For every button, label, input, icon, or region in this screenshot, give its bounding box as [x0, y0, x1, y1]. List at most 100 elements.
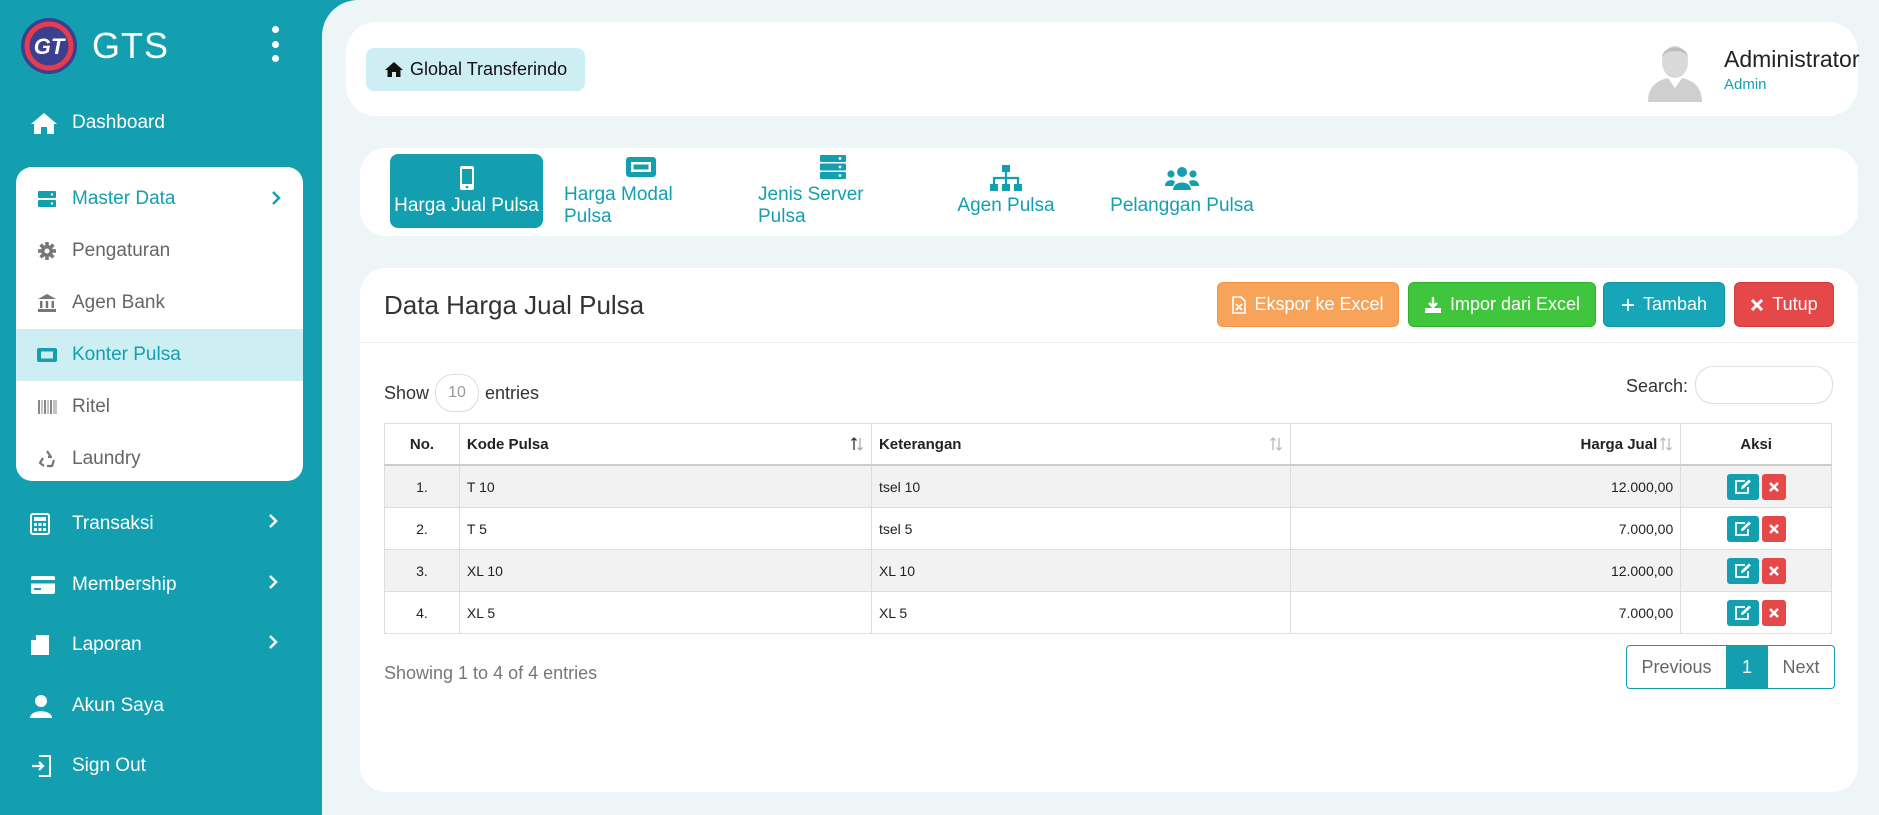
close-label: Tutup [1772, 294, 1818, 314]
pagination-next[interactable]: Next [1767, 646, 1834, 688]
home-icon [30, 109, 62, 137]
page-length-select[interactable]: 10 [435, 374, 480, 412]
edit-button[interactable] [1726, 473, 1759, 500]
add-button[interactable]: Tambah [1603, 282, 1725, 327]
plus-icon [1621, 298, 1634, 311]
nav-dashboard[interactable]: Dashboard [30, 103, 292, 143]
table-info: Showing 1 to 4 of 4 entries [384, 663, 598, 683]
data-panel: Data Harga Jual Pulsa Ekspor ke Excel Im… [360, 268, 1858, 792]
nav-akun-saya[interactable]: Akun Saya [30, 686, 292, 726]
nav-konter-pulsa[interactable]: Konter Pulsa [16, 329, 303, 381]
nav-membership[interactable]: Membership [30, 565, 292, 605]
delete-button[interactable] [1761, 557, 1786, 584]
brand[interactable]: GT GTS [20, 16, 169, 76]
table-row: 2. T 5 tsel 5 7.000,00 [384, 507, 1832, 550]
export-excel-label: Ekspor ke Excel [1254, 294, 1384, 314]
col-header-keterangan[interactable]: Keterangan [870, 423, 1292, 466]
table-row: 3. XL 10 XL 10 12.000,00 [384, 549, 1832, 592]
tab-harga-modal-pulsa[interactable]: Harga Modal Pulsa [564, 154, 718, 228]
tab-bar: Harga Jual Pulsa Harga Modal Pulsa Jenis… [360, 148, 1858, 236]
file-excel-icon [1232, 295, 1247, 314]
cell-keterangan: tsel 5 [870, 507, 1292, 550]
nav-sign-out-label: Sign Out [72, 755, 146, 776]
cell-harga: 7.000,00 [1290, 507, 1682, 550]
user-name[interactable]: Administrator [1724, 46, 1859, 73]
top-header: Global Transferindo Administrator Admin [346, 22, 1859, 116]
download-icon [1424, 296, 1441, 313]
close-icon [1751, 298, 1764, 311]
nav-master-data[interactable]: Master Data [16, 173, 303, 225]
chevron-right-icon [268, 574, 278, 596]
sidebar: GT GTS Dashboard Master Data Pengaturan [0, 0, 322, 815]
nav-agen-bank[interactable]: Agen Bank [16, 277, 303, 329]
pagination-page[interactable]: 1 [1727, 646, 1767, 688]
close-icon [1768, 565, 1779, 576]
panel-title: Data Harga Jual Pulsa [384, 290, 645, 320]
sort-icon [1660, 437, 1673, 455]
entries-label: entries [485, 382, 540, 403]
delete-button[interactable] [1761, 473, 1786, 500]
nav-laundry[interactable]: Laundry [16, 433, 303, 481]
add-label: Tambah [1642, 294, 1708, 314]
nav-pengaturan[interactable]: Pengaturan [16, 225, 303, 277]
kebab-menu-icon[interactable] [267, 26, 283, 62]
nav-laporan-label: Laporan [72, 634, 142, 655]
import-excel-button[interactable]: Impor dari Excel [1408, 282, 1596, 327]
cell-no: 4. [384, 591, 460, 634]
pagination-previous[interactable]: Previous [1627, 646, 1727, 688]
nav-ritel-label: Ritel [72, 396, 111, 417]
cell-keterangan: XL 10 [870, 549, 1292, 592]
tab-pelanggan-pulsa[interactable]: Pelanggan Pulsa [1096, 154, 1268, 228]
nav-transaksi[interactable]: Transaksi [30, 504, 292, 544]
table-header-row: No. Kode Pulsa Keterangan Harga Jual Aks… [384, 423, 1832, 466]
export-excel-button[interactable]: Ekspor ke Excel [1217, 282, 1399, 327]
recycle-icon [34, 449, 60, 469]
delete-button[interactable] [1761, 515, 1786, 542]
server-icon [819, 154, 847, 180]
gear-icon [34, 241, 60, 261]
book-icon [30, 631, 62, 659]
user-role: Admin [1724, 76, 1767, 93]
close-icon [1768, 481, 1779, 492]
nav-dashboard-label: Dashboard [72, 112, 165, 133]
svg-text:GT: GT [34, 34, 66, 59]
page-length-control: Show 10 entries [384, 374, 539, 412]
edit-button[interactable] [1726, 599, 1759, 626]
close-button[interactable]: Tutup [1734, 282, 1834, 327]
avatar[interactable] [1646, 40, 1704, 102]
edit-button[interactable] [1726, 515, 1759, 542]
tab-jenis-server-pulsa[interactable]: Jenis Server Pulsa [758, 154, 908, 228]
tab-harga-jual-pulsa[interactable]: Harga Jual Pulsa [390, 154, 543, 228]
cell-kode: XL 10 [458, 549, 872, 592]
nav-sign-out[interactable]: Sign Out [30, 746, 292, 786]
cell-kode: T 5 [458, 507, 872, 550]
nav-laporan[interactable]: Laporan [30, 625, 292, 665]
breadcrumb[interactable]: Global Transferindo [366, 48, 586, 91]
tab-agen-pulsa[interactable]: Agen Pulsa [951, 154, 1061, 228]
col-header-no[interactable]: No. [384, 423, 460, 466]
calculator-icon [30, 510, 62, 538]
edit-icon [1734, 563, 1751, 578]
tab-label: Harga Modal Pulsa [564, 184, 673, 227]
show-label: Show [384, 382, 430, 403]
delete-button[interactable] [1761, 599, 1786, 626]
col-header-harga-jual[interactable]: Harga Jual [1290, 423, 1682, 466]
edit-icon [1734, 605, 1751, 620]
edit-button[interactable] [1726, 557, 1759, 584]
search-input[interactable] [1695, 366, 1833, 404]
nav-akun-saya-label: Akun Saya [72, 695, 164, 716]
col-header-kode-pulsa[interactable]: Kode Pulsa [458, 423, 872, 466]
nav-transaksi-label: Transaksi [72, 513, 154, 534]
tab-label: Agen Pulsa [957, 195, 1055, 216]
nav-konter-pulsa-label: Konter Pulsa [72, 344, 181, 365]
cell-no: 2. [384, 507, 460, 550]
nav-ritel[interactable]: Ritel [16, 381, 303, 433]
chevron-right-icon [268, 513, 278, 535]
cell-harga: 12.000,00 [1290, 464, 1682, 508]
col-header-label: Keterangan [878, 435, 962, 453]
barcode-icon [34, 399, 60, 415]
nav-membership-label: Membership [72, 574, 177, 595]
main-content: Global Transferindo Administrator Admin … [322, 0, 1879, 815]
cell-harga: 7.000,00 [1290, 591, 1682, 634]
chevron-right-icon [271, 190, 281, 212]
